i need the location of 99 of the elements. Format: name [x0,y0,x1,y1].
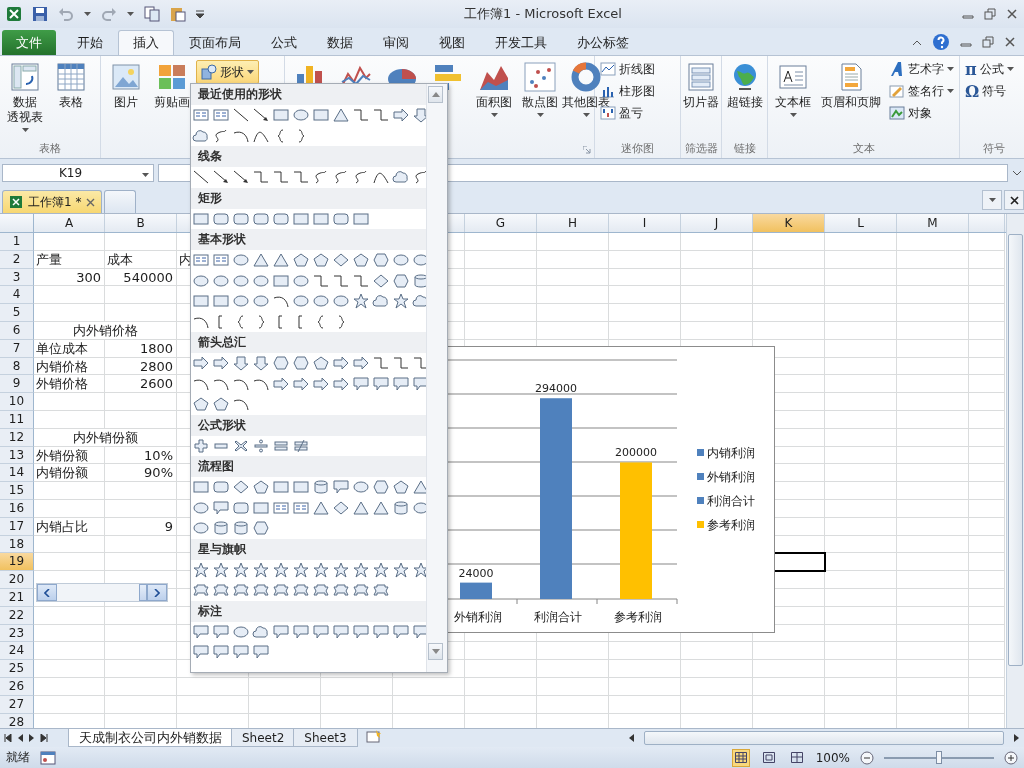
group-label: 文本 [852,142,875,155]
ribbon-button[interactable]: 面积图 [476,95,512,110]
ribbon-button[interactable]: 表格 [59,95,83,110]
ribbon-tab[interactable]: 数据 [312,30,368,55]
ribbon-tab[interactable]: 审阅 [368,30,424,55]
ribbon-button[interactable]: 散点图 [522,95,558,110]
section-heading: 基本形状 [191,229,426,250]
ribbon-menu-button[interactable]: 形状 [196,60,259,84]
table-cell: 内销份额 [34,464,105,483]
row-header[interactable]: 5 [0,304,34,322]
group-label: 迷你图 [621,142,654,155]
section-heading: 标注 [191,600,426,622]
column-header[interactable]: K [753,214,825,232]
name-box[interactable]: K19 [2,164,154,182]
zoom-level[interactable]: 100% [815,750,850,765]
legend-label: 参考利润 [707,518,755,532]
table-cell: 内外销价格 [34,322,177,340]
ribbon-button[interactable]: 剪贴画 [154,95,190,110]
row-header[interactable]: 1 [0,233,34,251]
group-label: 符号 [982,142,1005,155]
ribbon-button[interactable]: 其他图表 [562,95,610,110]
table-cell: 2600 [105,375,177,394]
legend-label: 内销利润 [707,446,755,460]
status-text: 就绪 [6,749,30,766]
ribbon-small-button[interactable]: Ω 符号 [963,81,1016,101]
column-header[interactable]: B [105,214,177,232]
ribbon-button[interactable]: 数据 透视表 [7,95,43,125]
sheet-tab[interactable]: Sheet3 [293,729,358,747]
column-header[interactable]: G [465,214,537,232]
column-header[interactable]: A [34,214,105,232]
category-label: 利润合计 [534,610,582,624]
workbook-tab[interactable]: 工作簿1 * [2,190,103,213]
row-header[interactable]: 15 [0,482,34,500]
row-header[interactable]: 9 [0,375,34,394]
ribbon-small-button[interactable]: π 公式 [963,59,1016,79]
section-heading: 公式形状 [191,414,426,436]
row-header[interactable]: 14 [0,464,34,483]
group-label: 表格 [39,142,61,155]
table-cell: 成本 [105,250,177,269]
section-heading: 最近使用的形状 [191,84,426,105]
data-label: 24000 [458,566,494,580]
ribbon-small-button[interactable]: 对象 [887,103,956,123]
column-header[interactable]: H [537,214,609,232]
window-title: 工作簿1 - Microsoft Excel [463,5,623,23]
ribbon-small-button[interactable]: 折线图 [598,59,657,79]
ribbon-tab[interactable]: 插入 [118,30,174,55]
ribbon-button[interactable]: 超链接 [726,95,763,110]
group-label: 链接 [733,142,756,155]
legend-label: 外销利润 [707,470,755,484]
ribbon-button[interactable]: 文本框 [775,95,811,110]
table-cell: 540000 [105,268,177,287]
data-label: 294000 [535,382,577,396]
column-header[interactable]: L [825,214,897,232]
section-heading: 矩形 [191,187,426,209]
table-cell: 300 [34,268,105,287]
ribbon-button[interactable]: 页眉和页脚 [821,95,881,110]
legend-label: 利润合计 [707,494,755,508]
table-cell: 内销价格 [34,357,105,376]
sheet-tab[interactable]: Sheet2 [231,729,296,747]
row-header[interactable]: 4 [0,286,34,305]
row-header[interactable]: 24 [0,642,34,661]
row-header[interactable]: 10 [0,393,34,411]
row-header[interactable]: 19 [0,553,34,572]
table-cell: 90% [105,464,177,483]
group-label: 筛选器 [684,142,718,155]
section-heading: 箭头总汇 [191,332,426,353]
section-heading: 线条 [191,146,426,167]
sheet-tab[interactable]: 天成制衣公司内外销数据 [68,729,233,747]
table-cell: 9 [105,517,177,536]
ribbon-small-button[interactable]: 艺术字 [887,59,956,79]
table-cell: 1800 [105,339,177,358]
row-header[interactable]: 25 [0,660,34,678]
table-cell: 内销占比 [34,517,105,536]
ribbon-tab[interactable]: 公式 [256,30,312,55]
table-cell: 单位成本 [34,339,105,358]
table-cell: 外销份额 [34,446,105,465]
table-cell: 外销价格 [34,375,105,394]
ribbon-button[interactable]: 图片 [114,95,138,110]
ribbon-tab[interactable]: 办公标签 [562,30,644,55]
ribbon-tab[interactable]: 开发工具 [480,30,562,55]
section-heading: 流程图 [191,456,426,477]
data-label: 200000 [615,446,657,460]
file-tab[interactable]: 文件 [2,30,56,55]
ribbon-tab[interactable]: 开始 [62,30,118,55]
ribbon-tab[interactable]: 页面布局 [174,30,256,55]
column-header[interactable]: I [609,214,681,232]
row-header[interactable]: 20 [0,571,34,589]
section-heading: 星与旗帜 [191,538,426,560]
table-cell: 产量 [34,250,105,269]
table-cell: 10% [105,446,177,465]
ribbon-button[interactable]: 切片器 [683,95,719,110]
column-header[interactable]: M [897,214,969,232]
table-cell: 内外销份额 [34,428,177,447]
table-cell: 2800 [105,357,177,376]
chart-area[interactable]: 24000 外销利润 294000 利润合计 200000 参考利润 内销利润 外销利润 利润合计 参考利润 [448,346,775,633]
category-label: 外销利润 [454,610,502,624]
ribbon-small-button[interactable]: 签名行 [887,81,956,101]
ribbon-tab[interactable]: 视图 [424,30,480,55]
category-label: 参考利润 [614,610,662,624]
